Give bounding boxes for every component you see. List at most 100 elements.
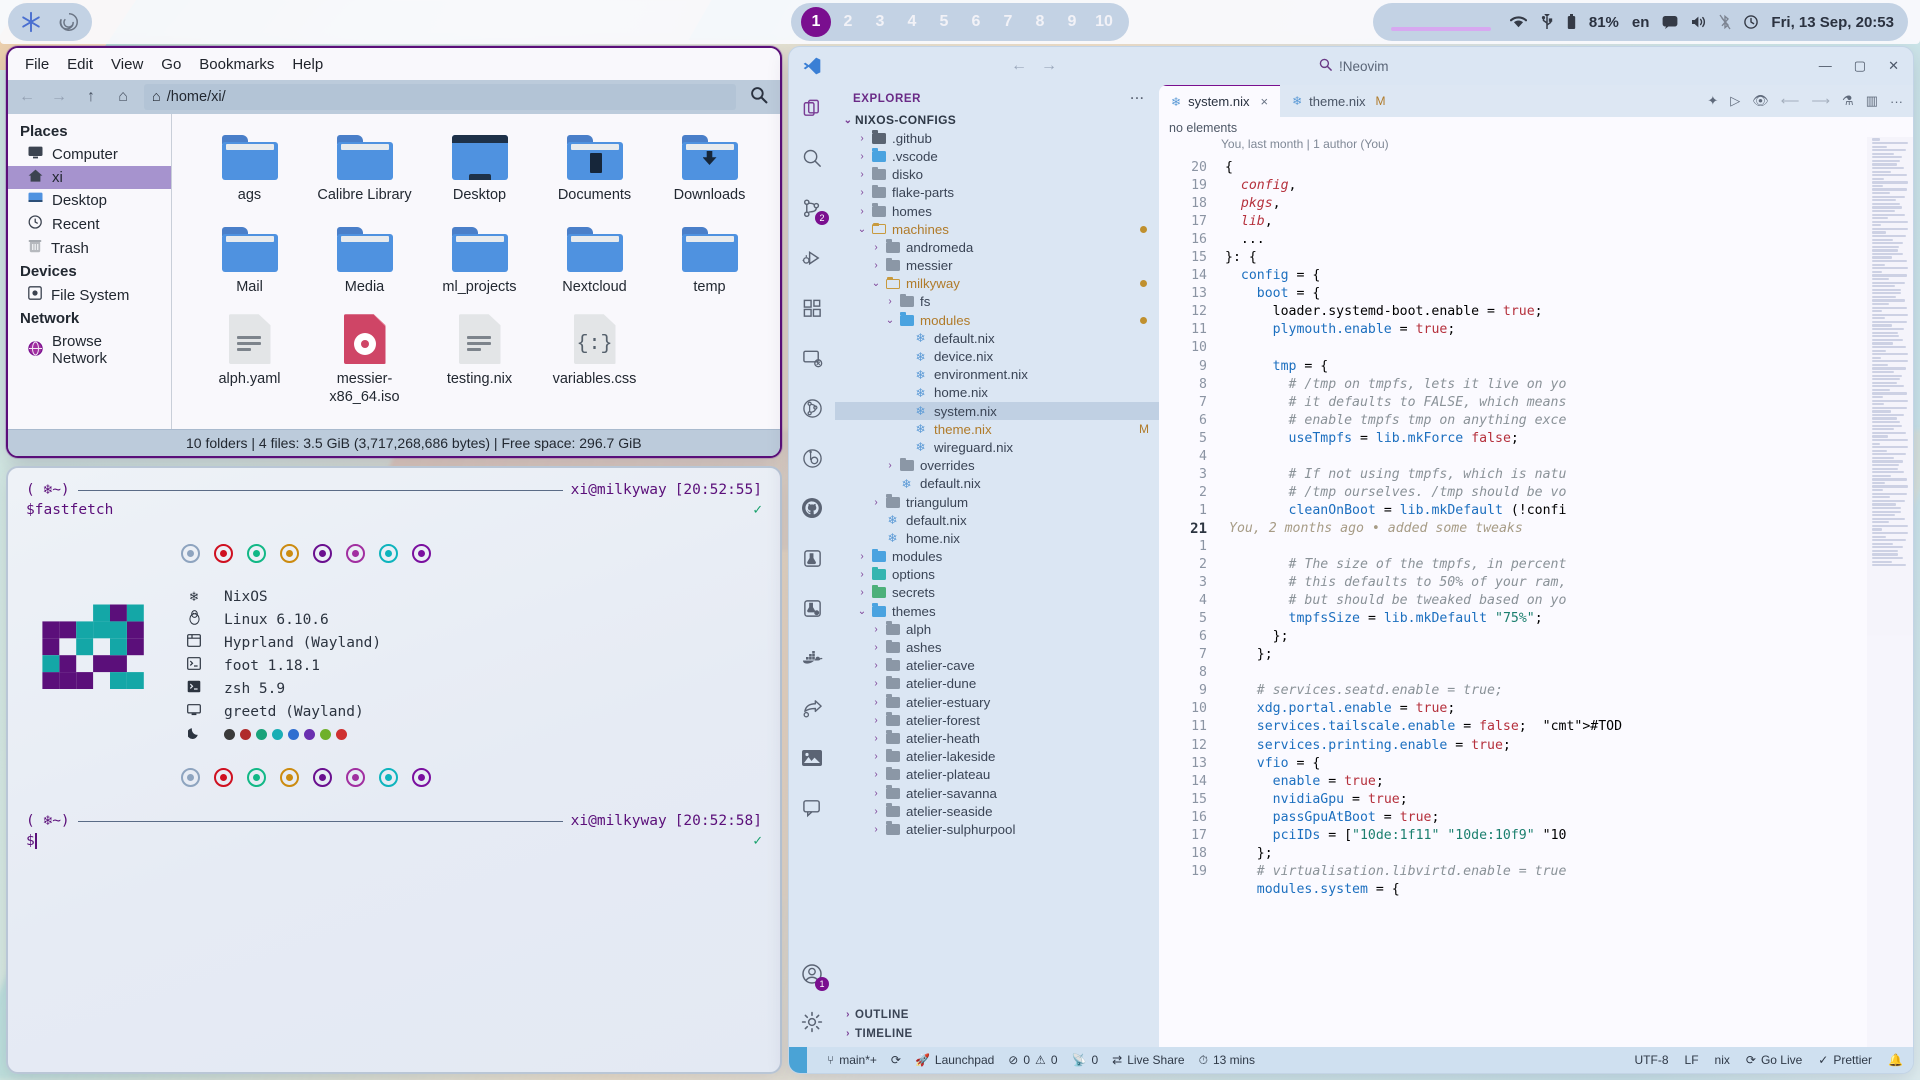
wifi-icon[interactable] [1509,15,1527,29]
file-item[interactable]: ags [192,128,307,204]
accounts-icon[interactable]: 1 [797,959,829,991]
encoding-status[interactable]: UTF-8 [1635,1053,1669,1067]
share-icon[interactable] [797,693,827,723]
file-item[interactable]: {:} variables.css [537,312,652,406]
tree-folder[interactable]: ⌄ machines [835,220,1159,238]
command-search-box[interactable]: !Neovim [1319,58,1389,74]
tree-file[interactable]: ❄ device.nix [835,347,1159,365]
github-icon[interactable] [797,493,827,523]
sidebar-item-file-system[interactable]: File System [8,283,171,307]
run-icon[interactable]: ▷ [1730,93,1740,109]
menu-view[interactable]: View [104,54,150,75]
menu-edit[interactable]: Edit [60,54,100,75]
tree-folder[interactable]: › .github [835,129,1159,147]
search-icon[interactable] [797,143,827,173]
tree-folder[interactable]: › atelier-estuary [835,693,1159,711]
code-editor[interactable]: You, last month | 1 author (You) 20 19 18 1… [1159,137,1913,1047]
menu-help[interactable]: Help [285,54,330,75]
tree-folder[interactable]: › flake-parts [835,184,1159,202]
nix-snowflake-icon[interactable] [18,9,44,35]
tree-folder[interactable]: › homes [835,202,1159,220]
keyboard-layout[interactable]: en [1632,14,1650,31]
workspace-10[interactable]: 10 [1089,7,1119,37]
forward-icon[interactable]: ⟶ [1811,93,1830,109]
timeline-section[interactable]: › TIMELINE [835,1024,1159,1043]
tree-folder[interactable]: › alph [835,620,1159,638]
tree-folder[interactable]: › disko [835,166,1159,184]
file-item[interactable]: messier-x86_64.iso [307,312,422,406]
source-control-icon[interactable]: 2 [797,193,829,225]
file-item[interactable]: Nextcloud [537,220,652,296]
outline-section[interactable]: › OUTLINE [835,1005,1159,1024]
tree-folder[interactable]: ⌄ modules [835,311,1159,329]
chat-icon[interactable] [797,793,827,823]
tree-folder[interactable]: › triangulum [835,493,1159,511]
tree-folder[interactable]: › modules [835,548,1159,566]
code-content[interactable]: { config, pkgs, lib, ...}: { config = { … [1215,137,1913,1047]
workspace-1[interactable]: 1 [801,7,831,37]
volume-icon[interactable] [1691,15,1706,29]
tree-folder[interactable]: ⌄ themes [835,602,1159,620]
back-icon[interactable]: ⟵ [1781,93,1800,109]
clock-text[interactable]: Fri, 13 Sep, 20:53 [1771,14,1894,31]
ellipsis-icon[interactable]: ··· [1890,94,1903,109]
tree-file[interactable]: ❄ theme.nix M [835,420,1159,438]
notification-icon[interactable] [1662,15,1678,29]
tab-theme-nix[interactable]: ❄ theme.nix M [1280,85,1398,117]
docker-icon[interactable] [797,643,827,673]
file-item[interactable]: Media [307,220,422,296]
usb-icon[interactable] [1540,14,1554,30]
workspace-3[interactable]: 3 [865,7,895,37]
maximize-icon[interactable]: ▢ [1854,58,1866,74]
extensions-icon[interactable] [797,293,827,323]
testing-icon[interactable] [797,543,827,573]
split-preview-icon[interactable]: 👁 [1752,93,1769,109]
sidebar-item-trash[interactable]: Trash [8,236,171,260]
tree-folder[interactable]: › overrides [835,457,1159,475]
tree-folder[interactable]: › andromeda [835,238,1159,256]
menu-bookmarks[interactable]: Bookmarks [192,54,281,75]
tree-folder[interactable]: › .vscode [835,147,1159,165]
sidebar-item-desktop[interactable]: Desktop [8,189,171,212]
tree-folder[interactable]: › atelier-plateau [835,766,1159,784]
tree-folder[interactable]: › atelier-dune [835,675,1159,693]
tree-file[interactable]: ❄ default.nix [835,511,1159,529]
sync-status[interactable]: ⟳ [891,1053,901,1067]
file-item[interactable]: Downloads [652,128,767,204]
spiral-icon[interactable] [56,9,82,35]
bluetooth-off-icon[interactable] [1719,14,1731,30]
file-item[interactable]: Calibre Library [307,128,422,204]
remote-explorer-icon[interactable] [797,343,827,373]
file-item[interactable]: temp [652,220,767,296]
menu-file[interactable]: File [18,54,56,75]
file-item[interactable]: ml_projects [422,220,537,296]
eol-status[interactable]: LF [1685,1053,1699,1067]
workspace-5[interactable]: 5 [929,7,959,37]
workspace-7[interactable]: 7 [993,7,1023,37]
sidebar-item-computer[interactable]: Computer [8,143,171,166]
up-button[interactable]: ↑ [80,88,102,106]
settings-gear-icon[interactable] [797,1007,827,1037]
prettier-status[interactable]: ✓ Prettier [1818,1053,1872,1067]
tree-file[interactable]: ❄ default.nix [835,329,1159,347]
git-lens-icon[interactable] [797,443,827,473]
terminal-input-line[interactable]: $ ✓ [26,833,762,849]
tree-folder[interactable]: › options [835,566,1159,584]
tree-folder[interactable]: › atelier-heath [835,729,1159,747]
beaker-icon[interactable]: ⚗ [1842,93,1854,109]
tree-file[interactable]: ❄ default.nix [835,475,1159,493]
home-button[interactable]: ⌂ [112,88,134,106]
tree-folder[interactable]: › atelier-cave [835,657,1159,675]
tree-folder[interactable]: › fs [835,293,1159,311]
remote-indicator[interactable] [789,1047,807,1073]
tab-system-nix[interactable]: ❄ system.nix × [1159,85,1281,117]
tree-folder[interactable]: › atelier-seaside [835,802,1159,820]
sidebar-item-recent[interactable]: Recent [8,212,171,236]
git-graph-icon[interactable] [797,393,827,423]
tree-folder[interactable]: › atelier-savanna [835,784,1159,802]
file-item[interactable]: Desktop [422,128,537,204]
image-preview-icon[interactable] [797,743,827,773]
sidebar-item-browse-network[interactable]: Browse Network [8,330,171,370]
tree-file[interactable]: ❄ home.nix [835,384,1159,402]
language-status[interactable]: nix [1715,1053,1730,1067]
